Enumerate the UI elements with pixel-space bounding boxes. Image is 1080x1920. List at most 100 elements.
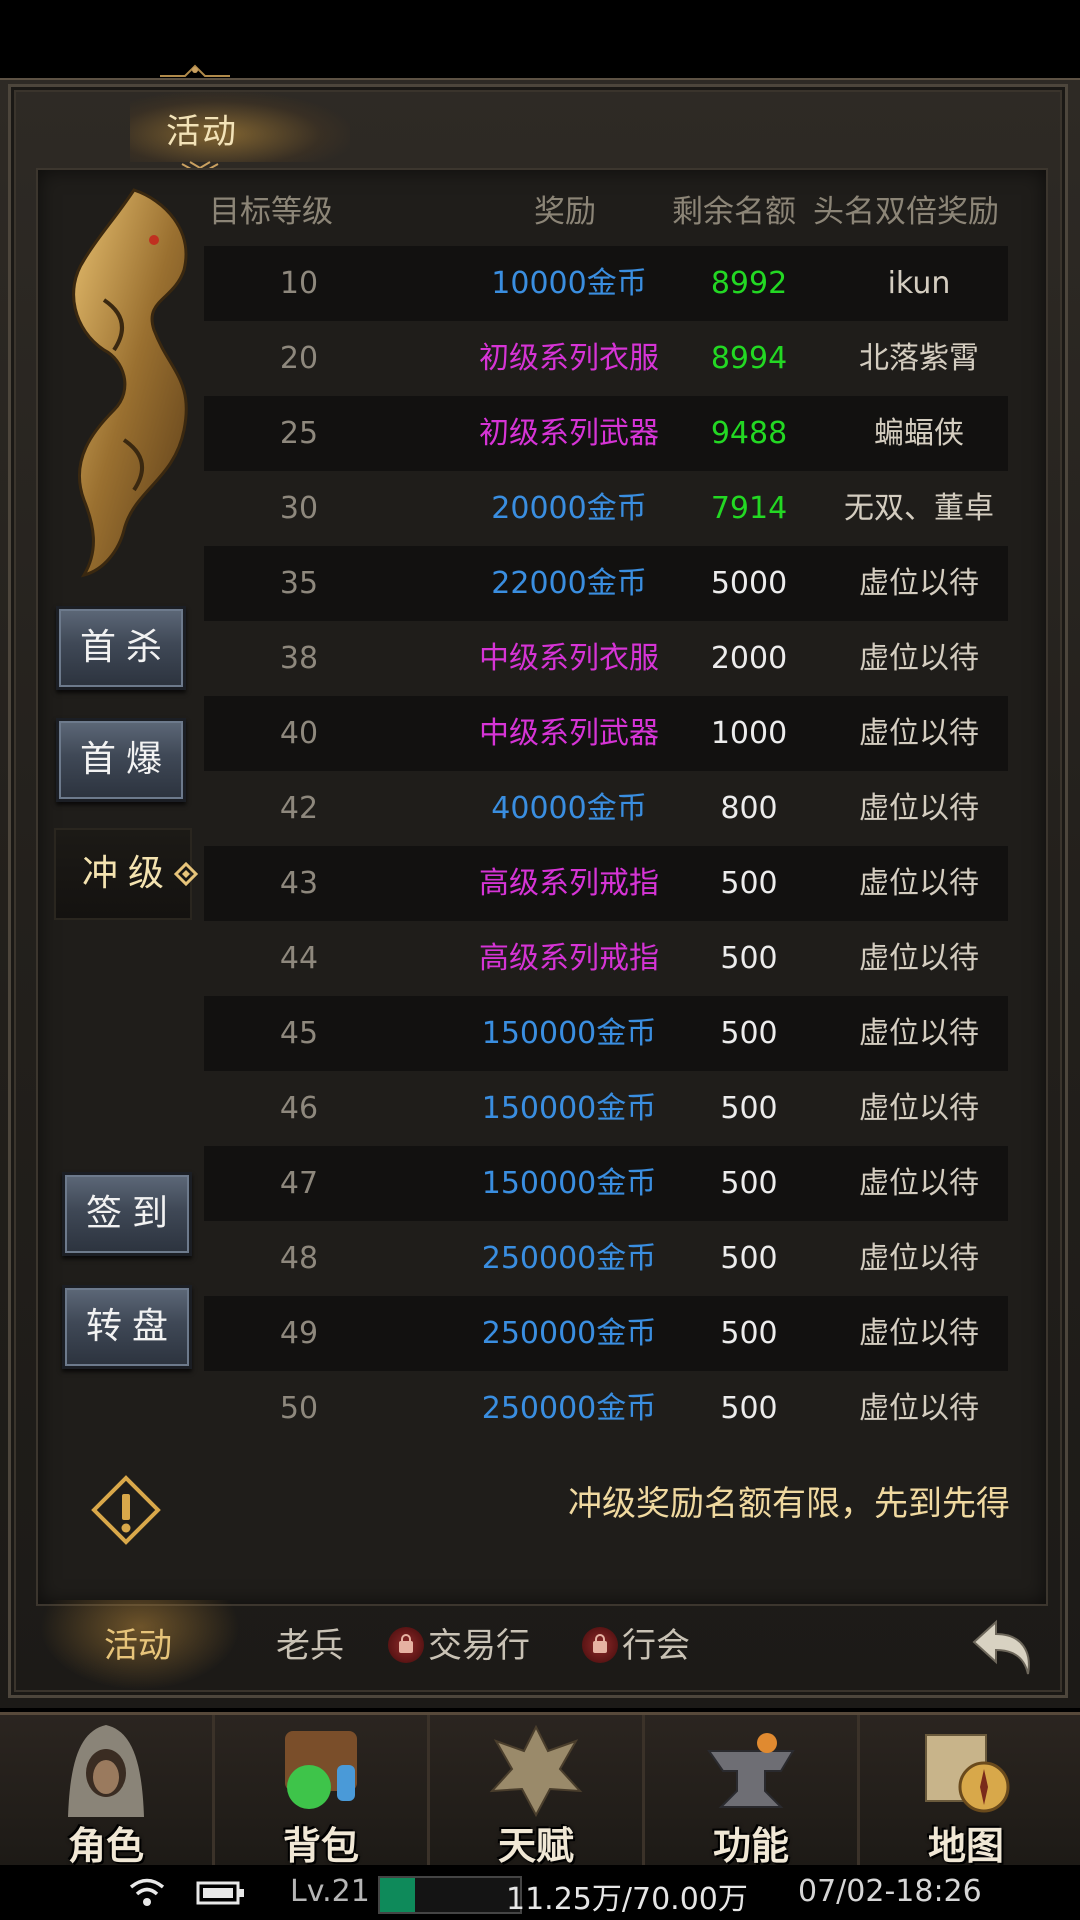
first-winner-cell: 虚位以待 (859, 791, 979, 826)
first-winner-cell: 虚位以待 (859, 1016, 979, 1051)
level-cell: 45 (279, 1016, 319, 1051)
active-indicator-icon (173, 861, 199, 887)
side-button-check-in[interactable]: 签到 (62, 1172, 192, 1256)
remaining-cell: 7914 (710, 491, 788, 526)
status-bar: Lv.21 11.25万/70.00万 07/02-18:26 (0, 1866, 1080, 1920)
remaining-cell: 500 (720, 1016, 778, 1051)
side-button-first-kill[interactable]: 首杀 (56, 606, 186, 690)
remaining-cell: 500 (720, 1316, 778, 1351)
reward-cell: 高级系列戒指 (479, 866, 659, 901)
exp-value: 11.25万/70.00万 (506, 1882, 748, 1917)
tab-activity-label: 活动 (104, 1626, 172, 1666)
level-cell: 44 (279, 941, 319, 976)
wifi-icon (129, 1878, 165, 1906)
level-cell: 47 (279, 1166, 319, 1201)
first-winner-cell: ikun (887, 266, 951, 301)
level-cell: 10 (279, 266, 319, 301)
xp-fill (380, 1878, 415, 1912)
first-winner-cell: 虚位以待 (859, 941, 979, 976)
table-row: 44 高级系列戒指 500 虚位以待 (204, 921, 1008, 996)
first-winner-cell: 虚位以待 (859, 1166, 979, 1201)
nav-talent-label: 天赋 (497, 1824, 574, 1868)
xp-bar (378, 1876, 522, 1914)
reward-cell: 150000金币 (481, 1091, 657, 1126)
remaining-cell: 500 (720, 1091, 778, 1126)
nav-bag[interactable]: 背包 (215, 1715, 430, 1868)
reward-table: 10 10000金币 8992 ikun 20 初级系列衣服 8994 北落紫霄 25 初级系列武… (204, 246, 1008, 1446)
reward-cell: 中级系列武器 (479, 716, 659, 751)
remaining-cell: 500 (720, 1166, 778, 1201)
first-winner-cell: 虚位以待 (859, 1391, 979, 1426)
nav-character[interactable]: 角色 (0, 1715, 215, 1868)
level-cell: 30 (279, 491, 319, 526)
first-winner-cell: 蝙蝠侠 (874, 416, 964, 451)
reward-cell: 20000金币 (491, 491, 647, 526)
tab-veteran[interactable]: 老兵 (276, 1606, 344, 1686)
table-row: 50 250000金币 500 虚位以待 (204, 1371, 1008, 1446)
level-cell: 40 (279, 716, 319, 751)
tab-trading[interactable]: 交易行 (388, 1606, 530, 1686)
table-row: 25 初级系列武器 9488 蝙蝠侠 (204, 396, 1008, 471)
table-row: 45 150000金币 500 虚位以待 (204, 996, 1008, 1071)
bag-potions-icon (285, 1731, 357, 1809)
remaining-cell: 2000 (710, 641, 788, 676)
tab-activity[interactable]: 活动 (104, 1606, 172, 1686)
table-row: 46 150000金币 500 虚位以待 (204, 1071, 1008, 1146)
first-winner-cell: 虚位以待 (859, 1241, 979, 1276)
table-row: 48 250000金币 500 虚位以待 (204, 1221, 1008, 1296)
first-winner-cell: 虚位以待 (859, 566, 979, 601)
anvil-icon (707, 1733, 795, 1808)
table-row: 10 10000金币 8992 ikun (204, 246, 1008, 321)
table-row: 47 150000金币 500 虚位以待 (204, 1146, 1008, 1221)
level-cell: 38 (279, 641, 319, 676)
map-compass-icon (925, 1734, 1010, 1813)
remaining-cell: 1000 (710, 716, 788, 751)
reward-cell: 初级系列武器 (479, 416, 659, 451)
back-arrow-icon[interactable] (968, 1612, 1038, 1682)
table-row: 49 250000金币 500 虚位以待 (204, 1296, 1008, 1371)
table-row: 38 中级系列衣服 2000 虚位以待 (204, 621, 1008, 696)
level-cell: 49 (279, 1316, 319, 1351)
reward-cell: 初级系列衣服 (479, 341, 659, 376)
header-target-level: 目标等级 (209, 194, 333, 230)
reward-cell: 250000金币 (481, 1241, 657, 1276)
side-button-first-drop[interactable]: 首爆 (56, 718, 186, 802)
warning-icon (91, 1475, 161, 1545)
first-winner-cell: 虚位以待 (859, 641, 979, 676)
table-row: 35 22000金币 5000 虚位以待 (204, 546, 1008, 621)
player-level: Lv.21 (290, 1874, 370, 1909)
reward-cell: 150000金币 (481, 1166, 657, 1201)
table-row: 30 20000金币 7914 无双、董卓 (204, 471, 1008, 546)
nav-function-label: 功能 (712, 1824, 789, 1868)
dragon-ornament-icon (72, 188, 188, 578)
level-cell: 43 (279, 866, 319, 901)
table-row: 20 初级系列衣服 8994 北落紫霄 (204, 321, 1008, 396)
first-winner-cell: 虚位以待 (859, 1091, 979, 1126)
nav-talent[interactable]: 天赋 (430, 1715, 645, 1868)
side-button-wheel[interactable]: 转盘 (62, 1285, 192, 1369)
remaining-cell: 500 (720, 941, 778, 976)
nav-map[interactable]: 地图 (860, 1715, 1072, 1868)
header-first-double: 头名双倍奖励 (813, 194, 999, 230)
reward-cell: 250000金币 (481, 1316, 657, 1351)
battery-icon (196, 1881, 244, 1905)
tab-guild[interactable]: 行会 (582, 1606, 690, 1686)
nav-map-label: 地图 (927, 1824, 1004, 1868)
lock-icon (388, 1626, 424, 1663)
title-tab[interactable] (130, 92, 350, 162)
reward-cell: 150000金币 (481, 1016, 657, 1051)
bottom-navigation: 角色 背包 天赋 功能 地图 (0, 1712, 1080, 1868)
nav-character-label: 角色 (67, 1824, 144, 1868)
first-winner-cell: 虚位以待 (859, 716, 979, 751)
lock-icon (582, 1626, 618, 1663)
reward-cell: 22000金币 (491, 566, 647, 601)
remaining-cell: 8994 (710, 341, 788, 376)
nav-function[interactable]: 功能 (645, 1715, 860, 1868)
remaining-cell: 9488 (710, 416, 788, 451)
top-ornament (160, 64, 230, 77)
remaining-cell: 8992 (710, 266, 788, 301)
level-cell: 25 (279, 416, 319, 451)
header-reward: 奖励 (534, 194, 596, 230)
tab-veteran-label: 老兵 (276, 1626, 344, 1666)
level-cell: 46 (279, 1091, 319, 1126)
